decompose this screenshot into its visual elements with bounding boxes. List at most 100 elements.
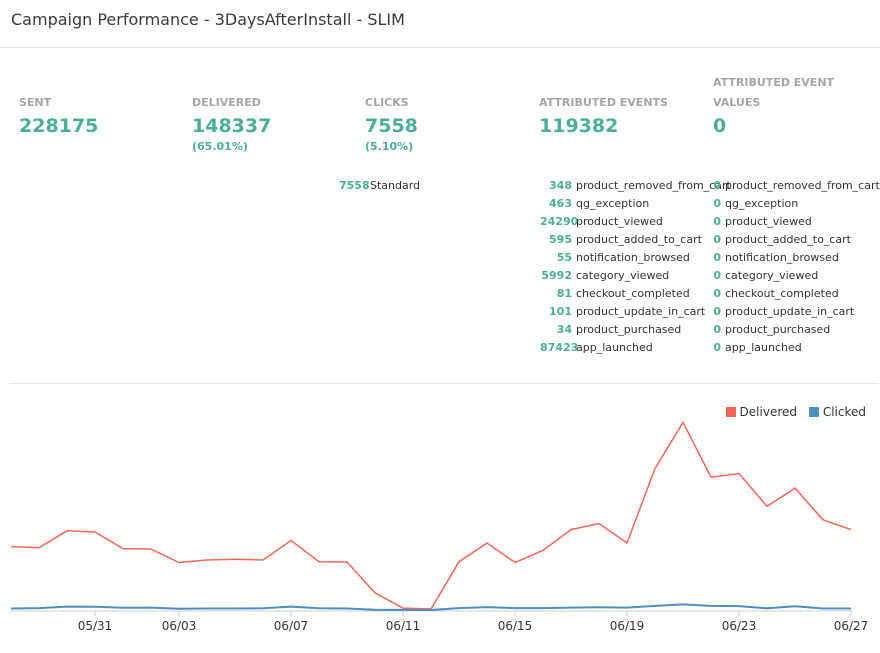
x-tick-label: 05/31	[78, 619, 113, 633]
metric-delivered-pct: (65.01%)	[192, 140, 248, 153]
list-item: 55 notification_browsed	[540, 249, 731, 267]
attributed-event-values-breakdown: 0 product_removed_from_cart 0 qg_exception 0…	[713, 177, 880, 357]
breakdown-name: product_purchased	[725, 323, 831, 336]
x-tick-label: 06/19	[610, 619, 645, 633]
list-item: 87423app_launched	[540, 339, 731, 357]
breakdown-count: 595	[549, 233, 572, 246]
breakdown-count: 7558	[339, 179, 370, 192]
list-item: 34 product_purchased	[540, 321, 731, 339]
series-line-delivered	[10, 420, 852, 610]
list-item: 0 notification_browsed	[713, 249, 880, 267]
list-item: 24290product_viewed	[540, 213, 731, 231]
breakdown-name: app_launched	[725, 341, 802, 354]
metric-clicks-label: CLICKS	[365, 96, 409, 109]
breakdown-name: category_viewed	[576, 269, 670, 282]
x-tick-label: 06/03	[162, 619, 197, 633]
breakdown-count: 81	[556, 287, 572, 300]
breakdown-count: 463	[549, 197, 572, 210]
legend-label-delivered: Delivered	[739, 405, 797, 419]
breakdown-name: product_added_to_cart	[576, 233, 702, 246]
breakdown-count: 0	[713, 233, 721, 246]
breakdown-count: 101	[549, 305, 572, 318]
breakdown-name: product_viewed	[725, 215, 812, 228]
list-item: 101 product_update_in_cart	[540, 303, 731, 321]
breakdown-count: 0	[713, 305, 721, 318]
breakdown-name: product_update_in_cart	[725, 305, 855, 318]
breakdown-name: app_launched	[576, 341, 653, 354]
breakdown-count: 0	[713, 287, 721, 300]
chart-legend: Delivered Clicked	[718, 405, 866, 419]
breakdown-name: checkout_completed	[576, 287, 690, 300]
x-tick-label: 06/07	[274, 619, 309, 633]
metric-delivered: DELIVERED 148337 (65.01%)	[192, 93, 271, 155]
metric-sent-value: 228175	[19, 115, 99, 137]
page-title: Campaign Performance - 3DaysAfterInstall…	[11, 10, 405, 29]
x-tick-label: 06/15	[498, 619, 533, 633]
list-item: 348 product_removed_from_cart	[540, 177, 731, 195]
list-item: 5992 category_viewed	[540, 267, 731, 285]
list-item: 7558Standard	[339, 177, 420, 195]
breakdown-name: product_viewed	[576, 215, 663, 228]
legend-item-clicked[interactable]: Clicked	[808, 405, 866, 419]
list-item: 0 product_viewed	[713, 213, 880, 231]
x-tick-label: 06/27	[834, 619, 869, 633]
breakdown-name: notification_browsed	[576, 251, 690, 264]
breakdown-count: 0	[713, 269, 721, 282]
metric-clicks-pct: (5.10%)	[365, 140, 414, 153]
legend-swatch-clicked	[808, 407, 819, 417]
breakdown-count: 348	[549, 179, 572, 192]
legend-item-delivered[interactable]: Delivered	[725, 405, 797, 419]
breakdown-name: Standard	[370, 179, 421, 192]
breakdown-count: 0	[713, 215, 721, 228]
breakdown-count: 87423	[540, 341, 579, 354]
breakdown-name: product_removed_from_cart	[725, 179, 880, 192]
list-item: 0 product_removed_from_cart	[713, 177, 880, 195]
list-item: 463 qg_exception	[540, 195, 731, 213]
breakdown-count: 0	[713, 251, 721, 264]
breakdown-name: notification_browsed	[725, 251, 839, 264]
metric-delivered-value: 148337	[192, 115, 272, 137]
metric-attributed-events-value: 119382	[539, 115, 619, 137]
x-tick-label: 06/11	[386, 619, 421, 633]
breakdown-name: category_viewed	[725, 269, 819, 282]
metric-sent-label: SENT	[19, 96, 52, 109]
metric-attributed-event-values-value: 0	[713, 115, 727, 137]
x-tick-label: 06/23	[722, 619, 757, 633]
list-item: 0 product_purchased	[713, 321, 880, 339]
breakdown-count: 0	[713, 179, 721, 192]
list-item: 0 app_launched	[713, 339, 880, 357]
metric-attributed-event-values: ATTRIBUTED EVENT VALUES 0	[713, 73, 834, 139]
breakdown-count: 55	[556, 251, 572, 264]
breakdown-count: 0	[713, 341, 721, 354]
attributed-events-breakdown: 348 product_removed_from_cart 463 qg_except…	[540, 177, 731, 357]
breakdown-name: checkout_completed	[725, 287, 839, 300]
list-item: 0 product_added_to_cart	[713, 231, 880, 249]
breakdown-name: product_added_to_cart	[725, 233, 851, 246]
list-item: 0 checkout_completed	[713, 285, 880, 303]
breakdown-name: product_removed_from_cart	[576, 179, 731, 192]
series-line-clicked	[10, 603, 851, 612]
metric-attributed-events-label: ATTRIBUTED EVENTS	[539, 96, 668, 109]
header: Campaign Performance - 3DaysAfterInstall…	[0, 0, 880, 48]
metric-clicks: CLICKS 7558 (5.10%)	[365, 93, 418, 155]
breakdown-name: qg_exception	[725, 197, 799, 210]
breakdown-count: 0	[713, 323, 721, 336]
breakdown-count: 34	[556, 323, 572, 336]
metric-delivered-label: DELIVERED	[192, 96, 261, 109]
list-item: 81 checkout_completed	[540, 285, 731, 303]
list-item: 595 product_added_to_cart	[540, 231, 731, 249]
legend-label-clicked: Clicked	[822, 405, 866, 419]
list-item: 0 qg_exception	[713, 195, 880, 213]
metric-clicks-value: 7558	[365, 115, 418, 137]
breakdown-name: qg_exception	[576, 197, 650, 210]
list-item: 0 category_viewed	[713, 267, 880, 285]
metric-attributed-event-values-label-1: ATTRIBUTED EVENT	[713, 76, 835, 89]
breakdown-name: product_update_in_cart	[576, 305, 706, 318]
metric-attributed-events: ATTRIBUTED EVENTS 119382	[539, 93, 668, 139]
delivery-chart: 05/31 06/03 06/07 06/11 06/15 06/19 06/23 06/27	[10, 420, 869, 633]
clicks-breakdown: 7558Standard	[339, 177, 420, 195]
breakdown-count: 24290	[540, 215, 579, 228]
metric-sent: SENT 228175	[19, 93, 98, 139]
list-item: 0 product_update_in_cart	[713, 303, 880, 321]
metric-attributed-event-values-label-2: VALUES	[713, 96, 761, 109]
